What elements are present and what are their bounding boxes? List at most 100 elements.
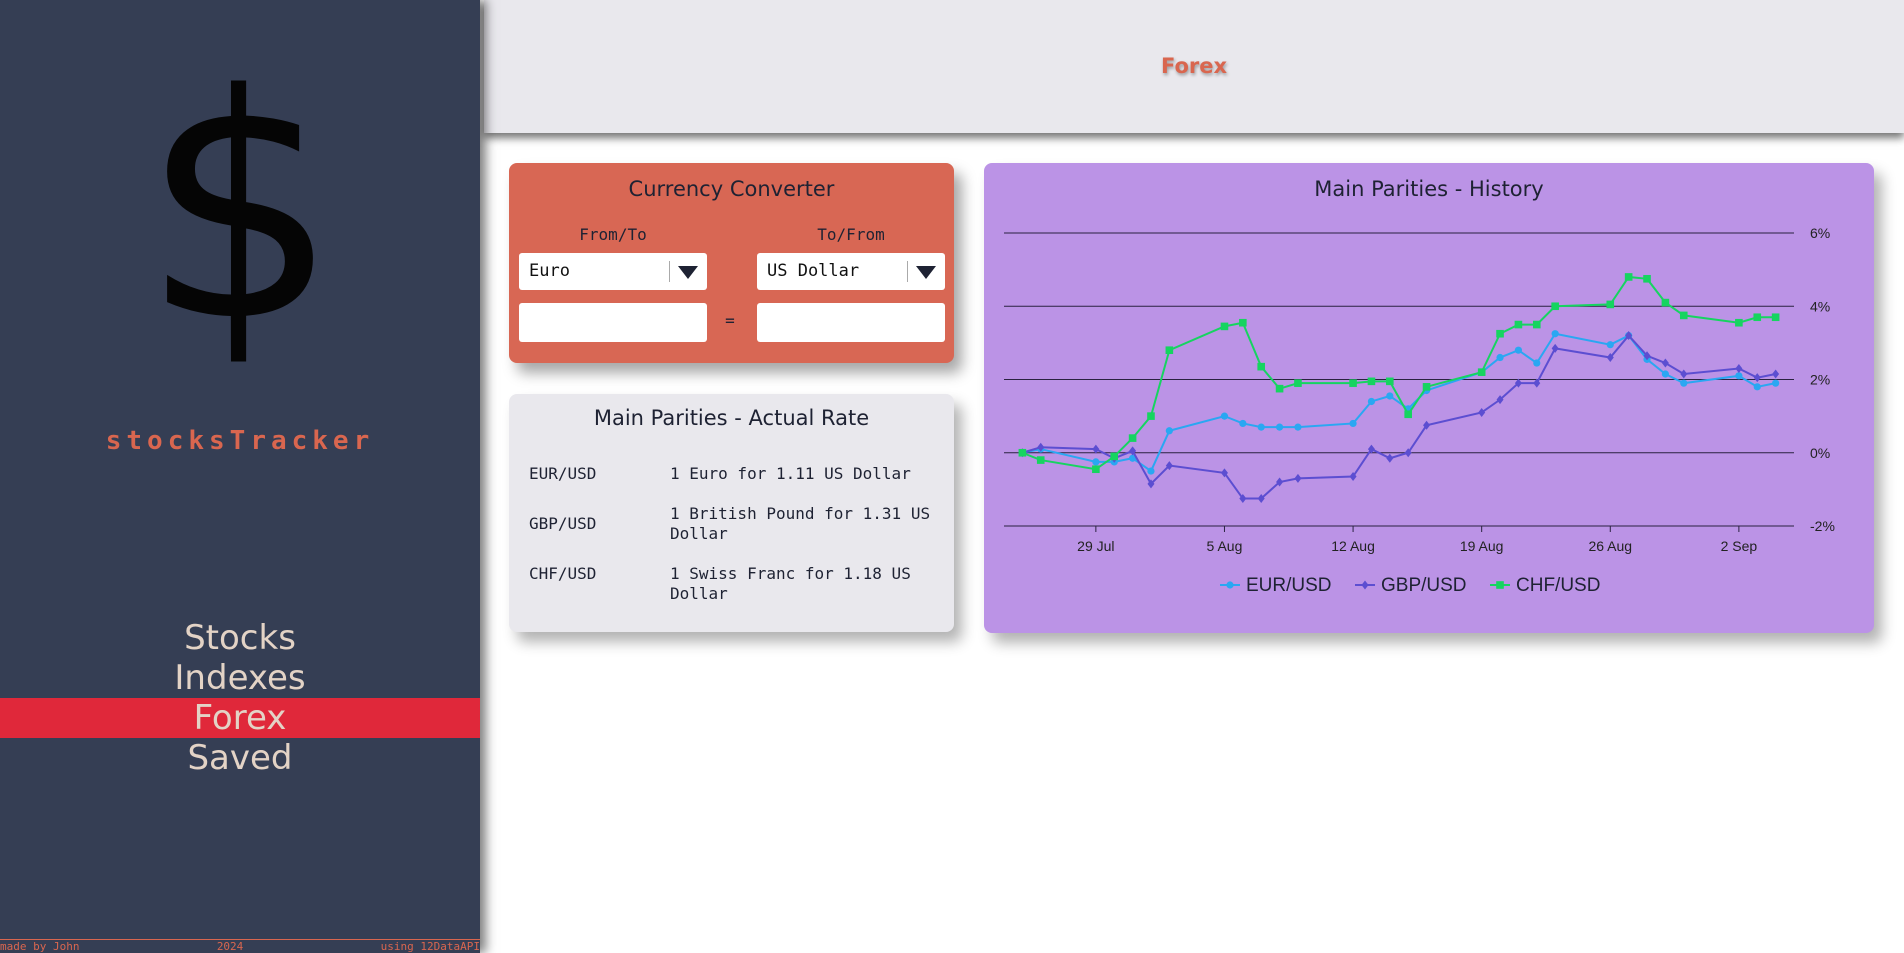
nav-item-forex[interactable]: Forex: [0, 698, 480, 738]
nav-item-indexes[interactable]: Indexes: [0, 658, 480, 698]
chevron-down-icon[interactable]: [916, 266, 936, 279]
chf-usd-data-point: [1239, 318, 1247, 327]
chf-usd-data-point: [1661, 298, 1670, 307]
y-tick-label: 6%: [1810, 225, 1830, 241]
chf-usd-data-point: [1386, 377, 1394, 386]
eur-usd-data-point: [1092, 458, 1100, 466]
chf-usd-data-point: [1771, 313, 1780, 322]
chf-usd-data-point: [1257, 362, 1266, 371]
eur-usd-data-point: [1753, 383, 1761, 391]
y-tick-label: -2%: [1810, 518, 1835, 534]
footer-author: made by John: [0, 940, 80, 953]
chf-usd-data-point: [1275, 384, 1284, 393]
chf-usd-data-point: [1496, 329, 1504, 338]
chf-usd-data-point: [1753, 313, 1762, 322]
chf-usd-data-point: [1477, 368, 1486, 376]
brand-name[interactable]: stocksTracker: [0, 426, 480, 456]
chf-usd-data-point: [1735, 318, 1743, 327]
y-tick-label: 4%: [1810, 298, 1830, 314]
gbp-usd-data-point: [1772, 369, 1780, 379]
gbp-usd-data-point: [1680, 369, 1688, 379]
x-tick-label: 26 Aug: [1588, 538, 1632, 554]
eur-usd-data-point: [1294, 423, 1302, 431]
rate-text: 1 Swiss Franc for 1.18 US Dollar: [670, 564, 911, 603]
footer: made by John 2024 using 12DataAPI: [0, 939, 480, 953]
from-currency-select[interactable]: Euro: [519, 253, 707, 290]
chf-usd-data-point: [1514, 320, 1523, 329]
chf-usd-data-point: [1128, 434, 1137, 442]
to-currency-select[interactable]: US Dollar: [757, 253, 945, 290]
dollar-logo-icon: $: [141, 29, 339, 390]
chevron-down-icon[interactable]: [678, 266, 698, 279]
y-tick-label: 2%: [1810, 372, 1830, 388]
chf-usd-data-point: [1551, 302, 1559, 311]
eur-usd-data-point: [1772, 379, 1780, 387]
legend-marker: [1496, 581, 1504, 589]
eur-usd-data-point: [1661, 370, 1669, 378]
x-tick-label: 12 Aug: [1331, 538, 1375, 554]
eur-usd-data-point: [1551, 330, 1559, 338]
chf-usd-data-point: [1367, 377, 1376, 386]
equals-sign: =: [725, 311, 735, 330]
page-header: Forex: [484, 0, 1904, 133]
select-divider: [669, 261, 670, 282]
to-currency-value: US Dollar: [767, 261, 860, 281]
chf-usd-data-point: [1422, 383, 1431, 391]
gbp-usd-data-point: [1753, 373, 1761, 383]
gbp-usd-data-point: [1386, 453, 1394, 463]
chf-usd-data-point: [1679, 311, 1688, 320]
eur-usd-data-point: [1735, 372, 1743, 380]
chf-usd-data-point: [1220, 322, 1229, 331]
legend-label-chf-usd: CHF/USD: [1516, 575, 1600, 596]
rate-pair: GBP/USD: [529, 514, 597, 533]
legend-label-eur-usd: EUR/USD: [1246, 575, 1332, 596]
chf-usd-data-point: [1643, 274, 1651, 283]
chf-usd-data-point: [1624, 273, 1633, 281]
chf-usd-data-point: [1147, 412, 1155, 420]
legend-marker: [1226, 581, 1234, 589]
rate-pair: CHF/USD: [529, 564, 597, 583]
rate-text: 1 British Pound for 1.31 US Dollar: [670, 504, 931, 543]
gbp-usd-series-line: [1022, 334, 1776, 500]
eur-usd-data-point: [1239, 419, 1247, 428]
history-chart-card: Main Parities - History 6% 4% 2% 0% -2% 29 Ju…: [984, 163, 1874, 633]
footer-year: 2024: [216, 940, 244, 953]
sidebar: $ stocksTracker Stocks Indexes Forex Sav…: [0, 0, 480, 953]
eur-usd-data-point: [1367, 397, 1376, 406]
nav-item-stocks[interactable]: Stocks: [0, 618, 480, 658]
history-line-chart: 6% 4% 2% 0% -2% 29 Jul 5 Aug 12 Aug 19 Aug 26 Aug…: [1004, 225, 1835, 596]
chf-usd-data-point: [1110, 452, 1119, 461]
eur-usd-data-point: [1147, 467, 1155, 475]
footer-api: using 12DataAPI: [380, 940, 480, 953]
from-currency-value: Euro: [529, 261, 570, 281]
eur-usd-data-point: [1275, 423, 1284, 431]
y-tick-label: 0%: [1810, 445, 1830, 461]
select-divider: [907, 261, 908, 282]
chf-usd-data-point: [1532, 320, 1541, 329]
eur-usd-data-point: [1165, 427, 1173, 435]
eur-usd-data-point: [1496, 353, 1504, 362]
gbp-usd-data-point: [1661, 358, 1669, 368]
nav-item-saved[interactable]: Saved: [0, 738, 480, 778]
gbp-usd-data-point: [1092, 444, 1100, 454]
rate-text: 1 Euro for 1.11 US Dollar: [670, 464, 911, 483]
gbp-usd-data-point: [1294, 473, 1302, 483]
chf-usd-data-point: [1036, 456, 1045, 464]
from-amount-input[interactable]: [519, 303, 707, 342]
x-tick-label: 29 Jul: [1077, 538, 1114, 554]
chf-usd-data-point: [1165, 346, 1174, 354]
eur-usd-data-point: [1349, 419, 1357, 428]
sidebar-nav: Stocks Indexes Forex Saved: [0, 618, 480, 778]
chf-usd-data-point: [1404, 410, 1412, 419]
gbp-usd-data-point: [1478, 407, 1486, 417]
to-amount-input[interactable]: [757, 303, 945, 342]
chf-usd-data-point: [1018, 448, 1027, 457]
eur-usd-data-point: [1220, 412, 1229, 420]
chf-usd-data-point: [1349, 379, 1357, 387]
to-label: To/From: [817, 225, 885, 244]
currency-converter-card: Currency Converter From/To To/From Euro …: [509, 163, 954, 363]
actual-rates-card: Main Parities - Actual Rate EUR/USD 1 Eu…: [509, 394, 954, 632]
chf-usd-data-point: [1092, 465, 1100, 474]
converter-title: Currency Converter: [628, 177, 835, 201]
chf-usd-data-point: [1294, 379, 1302, 387]
